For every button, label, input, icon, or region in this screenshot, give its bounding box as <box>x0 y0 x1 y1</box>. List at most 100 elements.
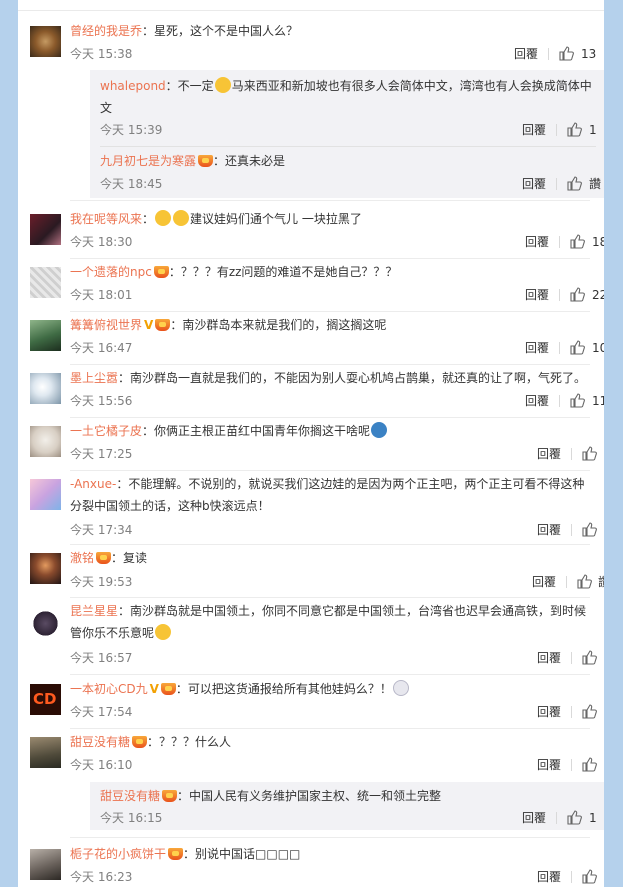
divider <box>556 178 557 190</box>
reply-button[interactable]: 回覆 <box>525 339 549 357</box>
username-link[interactable]: 墨上尘嚣 <box>70 371 118 385</box>
thumbs-up-icon[interactable] <box>581 703 597 719</box>
reply-item: whalepond：不一定 马来西亚和新加坡也有很多人会简体中文，湾湾也有人会换成… <box>90 70 604 146</box>
comment-meta: 今天 17:25 回覆 9 <box>70 445 597 463</box>
timestamp: 今天 17:34 <box>70 523 133 537</box>
reply-button[interactable]: 回覆 <box>522 121 546 139</box>
thumbs-up-icon[interactable] <box>581 649 597 665</box>
timestamp: 今天 16:10 <box>70 758 133 772</box>
username-link[interactable]: 一本初心CD九 <box>70 682 148 696</box>
comment-content: ：？？？有zz问题的难道不是她自己？？？ <box>168 265 398 279</box>
thumbs-up-icon[interactable] <box>569 233 585 249</box>
comment-item: 澈铭 ：复读 今天 19:53 回覆 讚 <box>18 545 604 597</box>
comment-content: ： <box>142 212 155 226</box>
thumbs-up-icon[interactable] <box>569 286 585 302</box>
vip-icon: V <box>149 682 159 696</box>
divider <box>70 200 590 201</box>
like-count: 18 <box>592 235 604 249</box>
comment-text: 我在呢等风来： 建议娃妈们通个气儿 一块拉黑了 <box>70 208 590 230</box>
timestamp: 今天 15:56 <box>70 394 133 408</box>
username-link[interactable]: 甜豆没有糖 <box>70 735 130 749</box>
like-count: 22 <box>592 288 604 302</box>
avatar[interactable] <box>30 26 61 57</box>
reply-button[interactable]: 回覆 <box>532 573 556 591</box>
comment-content: ：复读 <box>111 551 148 565</box>
avatar[interactable] <box>30 849 61 880</box>
fan-badge-icon <box>153 266 169 278</box>
avatar[interactable] <box>30 608 61 639</box>
reply-button[interactable]: 回覆 <box>537 703 561 721</box>
divider <box>559 395 560 407</box>
timestamp: 今天 15:39 <box>100 123 163 137</box>
thumbs-up-icon[interactable] <box>569 392 585 408</box>
avatar[interactable] <box>30 214 61 245</box>
reply-text: whalepond：不一定 马来西亚和新加坡也有很多人会简体中文，湾湾也有人会换成… <box>100 75 596 119</box>
reply-text: 甜豆没有糖 ：中国人民有义务维护国家主权、统一和领土完整 <box>100 785 596 807</box>
username-link[interactable]: 澈铭 <box>70 551 94 565</box>
username-link[interactable]: -Anxue- <box>70 477 116 491</box>
avatar[interactable] <box>30 553 61 584</box>
thumbs-up-icon[interactable] <box>581 445 597 461</box>
comment-item: 栀子花的小疯饼干 ：别说中国话□□□□ 今天 16:23 回覆 4 <box>18 839 604 887</box>
like-count: 1 <box>589 811 597 825</box>
thumbs-up-icon[interactable] <box>558 45 574 61</box>
reply-button[interactable]: 回覆 <box>522 175 546 193</box>
avatar[interactable] <box>30 426 61 457</box>
avatar[interactable] <box>30 373 61 404</box>
username-link[interactable]: 九月初七是为寒露 <box>100 154 196 168</box>
comment-content: ：别说中国话□□□□ <box>183 847 301 861</box>
thumbs-up-icon[interactable] <box>581 521 597 537</box>
username-link[interactable]: 篝篝俯视世界 <box>70 318 142 332</box>
avatar[interactable] <box>30 320 61 351</box>
reply-button[interactable]: 回覆 <box>525 286 549 304</box>
thumbs-up-icon[interactable] <box>566 121 582 137</box>
thumbs-up-icon[interactable] <box>566 175 582 191</box>
comment-meta: 今天 16:23 回覆 4 <box>70 868 597 886</box>
thumbs-up-icon[interactable] <box>576 573 592 589</box>
avatar[interactable] <box>30 479 61 510</box>
thumbs-up-icon[interactable] <box>569 339 585 355</box>
timestamp: 今天 16:57 <box>70 651 133 665</box>
thumbs-up-icon[interactable] <box>581 756 597 772</box>
like-count: 13 <box>581 47 597 61</box>
comment-text: 一本初心CD九 V ：可以把这货通报给所有其他娃妈么？！ <box>70 678 590 700</box>
dizzy-emoji-icon <box>392 680 409 696</box>
divider <box>100 146 596 147</box>
username-link[interactable]: 栀子花的小疯饼干 <box>70 847 166 861</box>
comment-text: 墨上尘嚣：南沙群岛一直就是我们的，不能因为别人耍心机鸠占鹊巢，就还真的让了啊，气… <box>70 367 590 389</box>
comment-content: ：可以把这货通报给所有其他娃妈么？！ <box>175 682 392 696</box>
timestamp: 今天 16:15 <box>100 811 163 825</box>
username-link[interactable]: 一土它橘子皮 <box>70 424 142 438</box>
reply-button[interactable]: 回覆 <box>537 868 561 886</box>
username-link[interactable]: 昆兰星星 <box>70 604 118 618</box>
reply-list: whalepond：不一定 马来西亚和新加坡也有很多人会简体中文，湾湾也有人会换成… <box>90 70 604 198</box>
like-count: 讚 <box>598 573 604 591</box>
reply-button[interactable]: 回覆 <box>537 649 561 667</box>
comment-meta: 今天 15:38 回覆 13 <box>70 45 596 63</box>
avatar[interactable] <box>30 267 61 298</box>
reply-button[interactable]: 回覆 <box>537 756 561 774</box>
reply-content: ：中国人民有义务维护国家主权、统一和领土完整 <box>177 789 442 803</box>
thumbs-up-icon[interactable] <box>581 868 597 884</box>
comment-text: -Anxue-：不能理解。不说别的，就说买我们这边娃的是因为两个正主吧，两个正主… <box>70 473 590 517</box>
username-link[interactable]: 一个遗落的npc <box>70 265 152 279</box>
reply-button[interactable]: 回覆 <box>525 233 549 251</box>
comment-content-cont: 建议娃妈们通个气儿 一块拉黑了 <box>190 212 362 226</box>
avatar[interactable]: CD <box>30 684 61 715</box>
timestamp: 今天 17:25 <box>70 447 133 461</box>
username-link[interactable]: whalepond <box>100 79 166 93</box>
avatar[interactable] <box>30 737 61 768</box>
reply-button[interactable]: 回覆 <box>537 445 561 463</box>
thumbs-up-icon[interactable] <box>566 809 582 825</box>
divider <box>571 759 572 771</box>
comment-text: 甜豆没有糖 ：？？？什么人 <box>70 731 590 753</box>
reply-button[interactable]: 回覆 <box>525 392 549 410</box>
timestamp: 今天 16:47 <box>70 341 133 355</box>
username-link[interactable]: 我在呢等风来 <box>70 212 142 226</box>
username-link[interactable]: 曾经的我是乔 <box>70 24 142 38</box>
reply-button[interactable]: 回覆 <box>522 809 546 827</box>
reply-button[interactable]: 回覆 <box>514 45 538 63</box>
username-link[interactable]: 甜豆没有糖 <box>100 789 160 803</box>
laugh-cry-emoji-icon <box>214 77 231 93</box>
reply-button[interactable]: 回覆 <box>537 521 561 539</box>
